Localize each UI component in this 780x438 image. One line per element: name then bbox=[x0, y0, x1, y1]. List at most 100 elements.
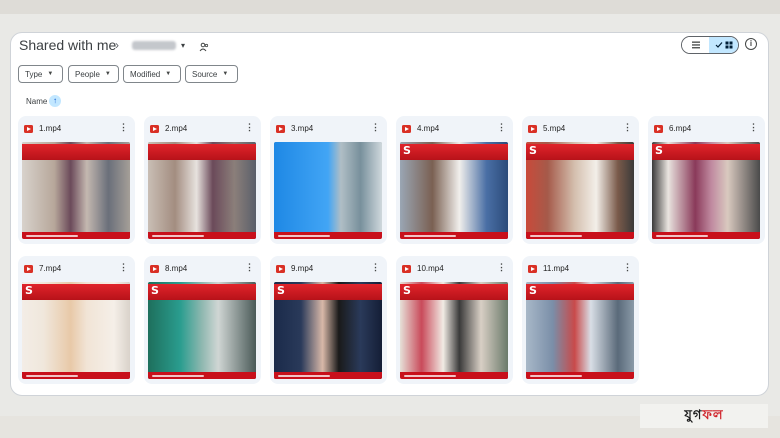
video-thumbnail[interactable] bbox=[274, 142, 382, 239]
breadcrumb-separator: › bbox=[115, 38, 119, 52]
video-thumbnail[interactable]: S bbox=[400, 282, 508, 379]
file-name: 9.mp4 bbox=[291, 264, 314, 273]
news-red-banner bbox=[274, 284, 382, 300]
video-thumbnail[interactable]: S bbox=[400, 142, 508, 239]
video-file-icon bbox=[150, 264, 159, 273]
ticker-text-line bbox=[152, 235, 204, 237]
chip-label: Source bbox=[192, 69, 218, 79]
news-red-banner bbox=[652, 144, 760, 160]
video-thumbnail[interactable]: S bbox=[526, 142, 634, 239]
channel-logo-icon: S bbox=[25, 284, 33, 297]
video-file-icon bbox=[528, 124, 537, 133]
more-options-icon[interactable]: ⋮ bbox=[749, 122, 758, 133]
file-tile[interactable]: 11.mp4 ⋮ S bbox=[522, 256, 639, 384]
ticker-text-line bbox=[530, 235, 582, 237]
file-name: 8.mp4 bbox=[165, 264, 188, 273]
video-thumbnail[interactable] bbox=[22, 142, 130, 239]
file-name: 10.mp4 bbox=[417, 264, 444, 273]
file-tile[interactable]: 4.mp4 ⋮ S bbox=[396, 116, 513, 244]
file-tile[interactable]: 9.mp4 ⋮ S bbox=[270, 256, 387, 384]
watermark-text-dark: যুগ bbox=[684, 407, 703, 423]
thumbnail-scene bbox=[274, 142, 382, 239]
file-tile-header: 10.mp4 bbox=[402, 264, 444, 273]
grid-icon bbox=[725, 41, 733, 49]
publisher-watermark-logo: যুগ ফল bbox=[640, 404, 768, 428]
video-thumbnail[interactable]: S bbox=[652, 142, 760, 239]
file-tile[interactable]: 6.mp4 ⋮ S bbox=[648, 116, 765, 244]
more-options-icon[interactable]: ⋮ bbox=[497, 262, 506, 273]
file-tile-header: 7.mp4 bbox=[24, 264, 61, 273]
filter-people-chip[interactable]: People ▼ bbox=[68, 65, 119, 83]
more-options-icon[interactable]: ⋮ bbox=[371, 262, 380, 273]
more-options-icon[interactable]: ⋮ bbox=[119, 122, 128, 133]
chip-label: People bbox=[75, 69, 100, 79]
sort-name-label[interactable]: Name bbox=[26, 97, 47, 106]
more-options-icon[interactable]: ⋮ bbox=[245, 262, 254, 273]
video-file-icon bbox=[24, 124, 33, 133]
watermark-text-accent: ফল bbox=[702, 407, 724, 423]
video-thumbnail[interactable]: S bbox=[526, 282, 634, 379]
chevron-down-icon: ▼ bbox=[47, 71, 54, 77]
file-tile[interactable]: 10.mp4 ⋮ S bbox=[396, 256, 513, 384]
file-tile[interactable]: 7.mp4 ⋮ S bbox=[18, 256, 135, 384]
breadcrumb-dropdown-caret[interactable]: ▾ bbox=[181, 41, 185, 50]
list-view-button[interactable] bbox=[682, 37, 710, 53]
channel-logo-icon: S bbox=[403, 284, 411, 297]
file-name: 11.mp4 bbox=[543, 264, 570, 273]
more-options-icon[interactable]: ⋮ bbox=[245, 122, 254, 133]
file-tile[interactable]: 1.mp4 ⋮ bbox=[18, 116, 135, 244]
video-thumbnail[interactable] bbox=[148, 142, 256, 239]
file-tile-header: 3.mp4 bbox=[276, 124, 313, 133]
ticker-text-line bbox=[152, 375, 204, 377]
arrow-up-icon[interactable]: ↑ bbox=[49, 95, 61, 107]
file-name: 4.mp4 bbox=[417, 124, 440, 133]
video-file-icon bbox=[24, 264, 33, 273]
channel-logo-icon: S bbox=[277, 284, 285, 297]
filter-modified-chip[interactable]: Modified ▼ bbox=[123, 65, 181, 83]
file-tile-header: 8.mp4 bbox=[150, 264, 187, 273]
video-thumbnail[interactable]: S bbox=[274, 282, 382, 379]
more-options-icon[interactable]: ⋮ bbox=[623, 122, 632, 133]
file-tile-header: 4.mp4 bbox=[402, 124, 439, 133]
file-tile[interactable]: 3.mp4 ⋮ bbox=[270, 116, 387, 244]
more-options-icon[interactable]: ⋮ bbox=[497, 122, 506, 133]
chevron-down-icon: ▼ bbox=[104, 71, 111, 77]
ticker-text-line bbox=[530, 375, 582, 377]
video-file-icon bbox=[150, 124, 159, 133]
file-tile[interactable]: 5.mp4 ⋮ S bbox=[522, 116, 639, 244]
more-options-icon[interactable]: ⋮ bbox=[119, 262, 128, 273]
video-thumbnail[interactable]: S bbox=[22, 282, 130, 379]
news-red-banner bbox=[148, 144, 256, 160]
news-red-banner bbox=[526, 144, 634, 160]
video-file-icon bbox=[276, 124, 285, 133]
ticker-text-line bbox=[656, 235, 708, 237]
file-tile[interactable]: 8.mp4 ⋮ S bbox=[144, 256, 261, 384]
ticker-text-line bbox=[278, 235, 330, 237]
file-tile[interactable]: 2.mp4 ⋮ bbox=[144, 116, 261, 244]
drive-window: Shared with me › ▾ i Type ▼ People ▼ Mod… bbox=[10, 32, 769, 396]
file-name: 5.mp4 bbox=[543, 124, 566, 133]
more-options-icon[interactable]: ⋮ bbox=[623, 262, 632, 273]
shared-people-icon[interactable] bbox=[199, 39, 209, 57]
channel-logo-icon: S bbox=[403, 144, 411, 157]
channel-logo-icon: S bbox=[655, 144, 663, 157]
info-icon[interactable]: i bbox=[745, 38, 757, 50]
video-file-icon bbox=[402, 264, 411, 273]
video-file-icon bbox=[528, 264, 537, 273]
more-options-icon[interactable]: ⋮ bbox=[371, 122, 380, 133]
video-thumbnail[interactable]: S bbox=[148, 282, 256, 379]
chip-label: Type bbox=[25, 69, 43, 79]
file-tile-header: 1.mp4 bbox=[24, 124, 61, 133]
file-name: 3.mp4 bbox=[291, 124, 314, 133]
list-icon bbox=[691, 41, 700, 49]
grid-view-button[interactable] bbox=[709, 37, 738, 53]
news-red-banner bbox=[22, 284, 130, 300]
file-name: 7.mp4 bbox=[39, 264, 62, 273]
file-tile-header: 9.mp4 bbox=[276, 264, 313, 273]
filter-source-chip[interactable]: Source ▼ bbox=[185, 65, 238, 83]
file-name: 6.mp4 bbox=[669, 124, 692, 133]
chevron-down-icon: ▼ bbox=[165, 71, 172, 77]
filter-type-chip[interactable]: Type ▼ bbox=[18, 65, 63, 83]
file-tile-header: 11.mp4 bbox=[528, 264, 569, 273]
breadcrumb-user-blurred[interactable] bbox=[132, 41, 176, 50]
